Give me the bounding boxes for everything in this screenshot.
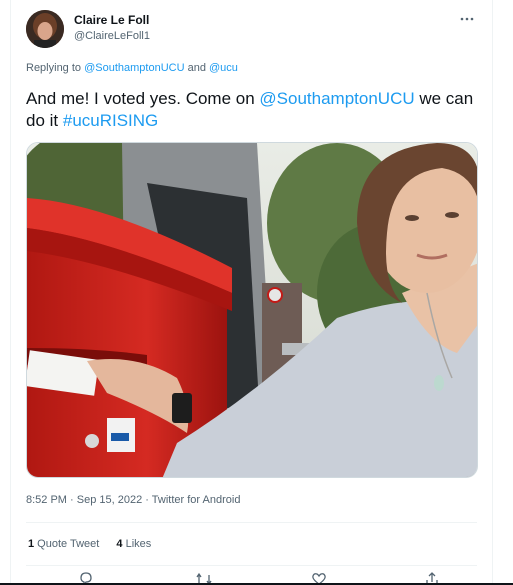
- avatar[interactable]: [26, 10, 64, 48]
- quote-tweets-stat[interactable]: 1 Quote Tweet: [28, 538, 99, 550]
- tweet-text: And me! I voted yes. Come on @Southampto…: [26, 88, 486, 132]
- mention-southamptonucu-link[interactable]: @SouthamptonUCU: [84, 62, 184, 74]
- replying-to: Replying to @SouthamptonUCU and @ucu: [26, 62, 238, 74]
- tweet-time[interactable]: 8:52 PM: [26, 494, 67, 506]
- tweet-photo[interactable]: [26, 142, 478, 478]
- more-horizontal-icon[interactable]: [457, 12, 477, 32]
- hashtag-link[interactable]: #ucuRISING: [63, 111, 158, 130]
- divider: [26, 522, 477, 523]
- meta-dot-1: ·: [66, 494, 77, 506]
- meta-dot-2: ·: [142, 494, 152, 506]
- author-name[interactable]: Claire Le Foll: [74, 13, 149, 27]
- tweet-date[interactable]: Sep 15, 2022: [77, 494, 142, 506]
- replying-prefix: Replying to: [26, 62, 85, 74]
- mention-ucu-link[interactable]: @ucu: [209, 62, 238, 74]
- tweet-meta: 8:52 PM · Sep 15, 2022 · Twitter for And…: [26, 494, 240, 506]
- tweet-header: Claire Le Foll @ClaireLeFoll1: [26, 10, 477, 50]
- tweet-source[interactable]: Twitter for Android: [152, 494, 241, 506]
- quote-label: Quote Tweet: [34, 538, 100, 550]
- tweet-stats: 1 Quote Tweet 4 Likes: [28, 538, 165, 550]
- tweet-text-part1: And me! I voted yes. Come on: [26, 89, 260, 108]
- tweet-detail: Claire Le Foll @ClaireLeFoll1 Replying t…: [10, 0, 493, 585]
- likes-stat[interactable]: 4 Likes: [116, 538, 151, 550]
- replying-and: and: [184, 62, 209, 74]
- likes-label: Likes: [122, 538, 152, 550]
- author-handle[interactable]: @ClaireLeFoll1: [74, 30, 150, 42]
- divider: [26, 565, 477, 566]
- tweet-mention-link[interactable]: @SouthamptonUCU: [259, 89, 414, 108]
